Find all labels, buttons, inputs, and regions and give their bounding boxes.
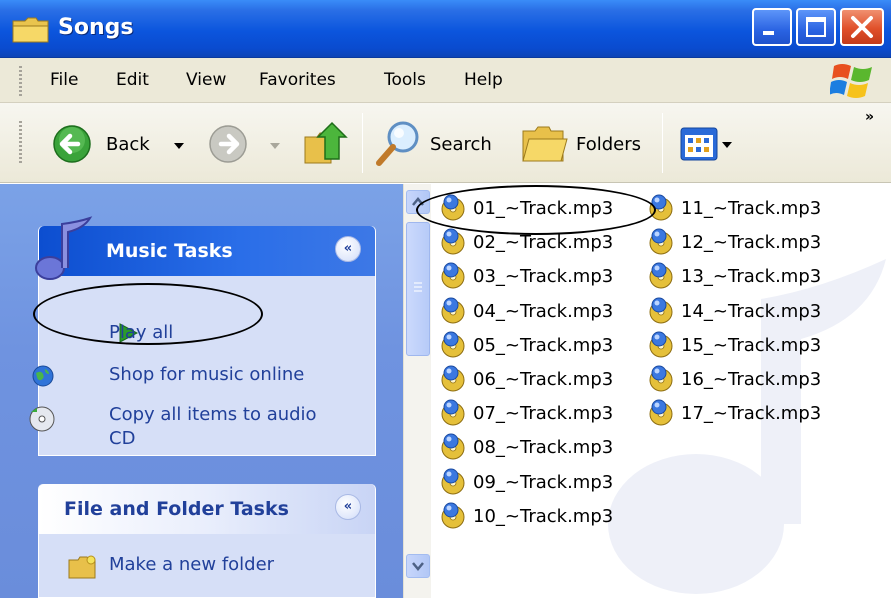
menu-view[interactable]: View [186, 70, 226, 90]
mp3-file-icon [649, 331, 673, 358]
up-folder-icon[interactable] [301, 119, 349, 167]
chevron-down-icon [412, 562, 424, 571]
mp3-file-icon [441, 331, 465, 358]
file-name: 16_~Track.mp3 [681, 369, 822, 390]
folders-icon[interactable] [521, 123, 569, 165]
folders-button[interactable]: Folders [576, 134, 641, 155]
mp3-file-icon [441, 228, 465, 255]
toolbar-separator [362, 113, 363, 173]
menu-file[interactable]: File [50, 70, 78, 90]
menu-favorites[interactable]: Favorites [259, 70, 336, 90]
file-name: 09_~Track.mp3 [473, 471, 614, 493]
mp3-file-icon [649, 297, 673, 324]
back-dropdown-icon[interactable] [174, 143, 184, 149]
search-button[interactable]: Search [430, 134, 492, 155]
menu-help[interactable]: Help [464, 70, 503, 90]
window-title: Songs [58, 15, 134, 40]
file-name: 04_~Track.mp3 [473, 300, 614, 322]
mp3-file-icon [441, 433, 465, 460]
highlight-play-all [33, 283, 263, 345]
forward-arrow-icon[interactable] [208, 124, 248, 164]
windows-logo-icon [830, 64, 872, 98]
file-name: 14_~Track.mp3 [681, 300, 822, 322]
toolbar-overflow-button[interactable]: » [865, 109, 874, 125]
toolbar: Back Search Folders » [0, 103, 891, 183]
vertical-scrollbar[interactable] [403, 184, 431, 598]
copy-to-cd-link-line2[interactable]: CD [109, 428, 135, 449]
back-arrow-icon[interactable] [52, 124, 92, 164]
music-tasks-title: Music Tasks [106, 240, 233, 262]
highlight-first-track [416, 185, 656, 235]
file-name: 05_~Track.mp3 [473, 334, 614, 356]
file-name: 15_~Track.mp3 [681, 334, 822, 356]
mp3-file-icon [441, 365, 465, 392]
title-bar[interactable]: Songs [0, 0, 891, 58]
menu-bar: File Edit View Favorites Tools Help [0, 58, 891, 103]
file-name: 13_~Track.mp3 [681, 266, 822, 288]
scroll-down-button[interactable] [406, 554, 430, 578]
shop-music-link[interactable]: Shop for music online [109, 364, 304, 385]
collapse-file-folder-tasks-button[interactable]: « [335, 494, 361, 520]
folder-icon [12, 17, 49, 43]
scroll-thumb[interactable] [406, 222, 430, 356]
menu-grip[interactable] [19, 66, 22, 96]
globe-icon [32, 365, 54, 387]
views-icon[interactable] [680, 127, 734, 161]
minimize-button[interactable] [752, 8, 792, 46]
file-name: 11_~Track.mp3 [681, 198, 822, 219]
file-name: 02_~Track.mp3 [473, 232, 614, 254]
mp3-file-icon [441, 502, 465, 529]
mp3-file-icon [649, 228, 673, 255]
toolbar-grip[interactable] [19, 121, 22, 165]
mp3-file-icon [441, 399, 465, 426]
mp3-file-icon [649, 399, 673, 426]
maximize-icon [806, 17, 826, 37]
file-folder-tasks-title: File and Folder Tasks [64, 498, 289, 520]
menu-edit[interactable]: Edit [116, 70, 149, 90]
back-button[interactable]: Back [106, 134, 150, 155]
file-name: 07_~Track.mp3 [473, 403, 614, 425]
mp3-file-icon [441, 297, 465, 324]
cd-copy-icon [29, 406, 55, 432]
mp3-file-icon [649, 365, 673, 392]
file-name: 12_~Track.mp3 [681, 232, 822, 254]
maximize-button[interactable] [796, 8, 836, 46]
close-button[interactable] [840, 8, 884, 46]
new-folder-icon [68, 555, 96, 579]
file-folder-tasks-panel: File and Folder Tasks « Make a new folde… [38, 484, 376, 598]
toolbar-separator [662, 113, 663, 173]
forward-dropdown-icon[interactable] [270, 143, 280, 149]
search-icon[interactable] [373, 117, 423, 169]
copy-to-cd-link[interactable]: Copy all items to audio [109, 404, 317, 425]
make-new-folder-link[interactable]: Make a new folder [109, 554, 274, 575]
mp3-file-icon [649, 262, 673, 289]
file-name: 06_~Track.mp3 [473, 369, 614, 390]
close-icon [851, 16, 873, 38]
minimize-icon [763, 31, 774, 35]
file-name: 08_~Track.mp3 [473, 437, 614, 459]
collapse-music-tasks-button[interactable]: « [335, 236, 361, 262]
mp3-file-icon [441, 262, 465, 289]
file-list[interactable]: 01_~Track.mp3 02_~Track.mp3 03_~Track.mp3 0… [431, 184, 891, 598]
menu-tools[interactable]: Tools [384, 70, 426, 90]
file-name: 03_~Track.mp3 [473, 266, 614, 288]
file-name: 10_~Track.mp3 [473, 505, 614, 527]
music-note-icon [35, 216, 93, 280]
task-pane: Music Tasks « Play all Shop for music on… [0, 184, 403, 598]
file-folder-tasks-header[interactable]: File and Folder Tasks « [39, 484, 375, 534]
mp3-file-icon [441, 468, 465, 495]
file-name: 17_~Track.mp3 [681, 403, 822, 425]
grip-icon [414, 282, 422, 292]
